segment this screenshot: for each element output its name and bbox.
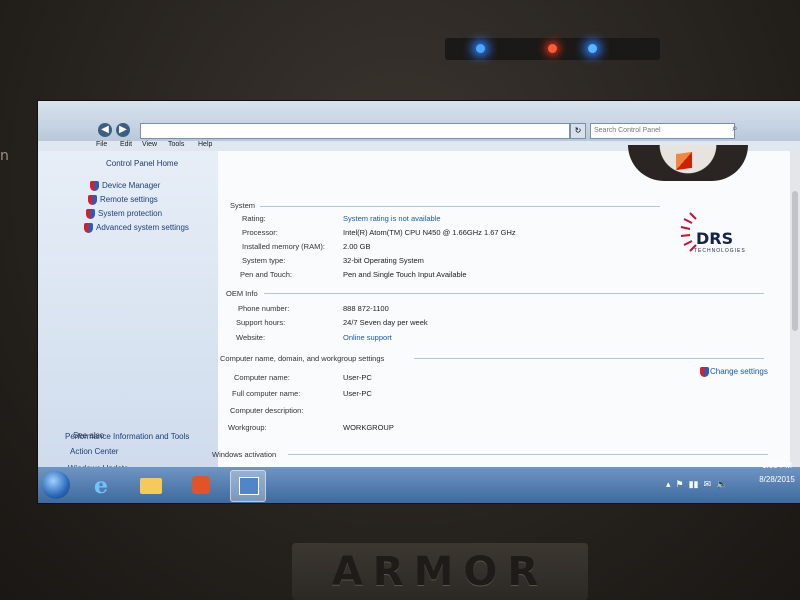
- website-label: Website:: [236, 333, 266, 342]
- wireless-led: [588, 44, 597, 53]
- control-panel-taskbar-button[interactable]: [230, 470, 266, 502]
- computer-name-value: User-PC: [343, 373, 372, 382]
- folder-icon: [140, 478, 162, 494]
- system-type-label: System type:: [242, 256, 286, 265]
- divider: [260, 206, 660, 207]
- device-manager-link[interactable]: Device Manager: [102, 181, 160, 190]
- computer-section-title: Computer name, domain, and workgroup set…: [220, 354, 385, 363]
- back-button[interactable]: ◀: [98, 123, 112, 137]
- power-led: [476, 44, 485, 53]
- pen-touch-value: Pen and Single Touch Input Available: [343, 270, 467, 279]
- menu-file[interactable]: File: [96, 141, 107, 148]
- divider: [264, 293, 764, 294]
- refresh-button[interactable]: ↻: [570, 123, 586, 139]
- divider: [288, 454, 768, 455]
- support-hours-label: Support hours:: [236, 318, 286, 327]
- remote-settings-link[interactable]: Remote settings: [100, 195, 158, 204]
- search-input[interactable]: Search Control Panel: [590, 123, 735, 139]
- shield-icon: [700, 367, 709, 377]
- menu-view[interactable]: View: [142, 141, 157, 148]
- system-tray[interactable]: ▴ ⚑ ▮▮ ✉ 🔈: [666, 479, 727, 490]
- system-type-value: 32-bit Operating System: [343, 256, 424, 265]
- online-support-link[interactable]: Online support: [343, 333, 392, 342]
- computer-name-label: Computer name:: [234, 373, 290, 382]
- rating-label: Rating:: [242, 214, 266, 223]
- media-player-button[interactable]: [184, 470, 218, 500]
- system-section-title: System: [230, 201, 256, 210]
- address-bar[interactable]: [140, 123, 570, 139]
- window-titlebar: ◀ ▶ ↻ Search Control Panel ⌕: [38, 101, 800, 141]
- windows-flag-icon: [676, 151, 692, 171]
- full-computer-name-label: Full computer name:: [232, 389, 301, 398]
- main-content: System Rating: System rating is not avai…: [212, 145, 800, 467]
- oem-section-title: OEM Info: [226, 289, 258, 298]
- menu-edit[interactable]: Edit: [120, 141, 132, 148]
- menu-help[interactable]: Help: [198, 141, 212, 148]
- change-settings-link[interactable]: Change settings: [710, 367, 768, 376]
- screen: ◀ ▶ ↻ Search Control Panel ⌕ File Edit V…: [37, 100, 800, 504]
- explorer-button[interactable]: [134, 470, 168, 500]
- support-hours-value: 24/7 Seven day per week: [343, 318, 428, 327]
- rating-value[interactable]: System rating is not available: [343, 214, 441, 223]
- shield-icon: [86, 209, 95, 219]
- memory-value: 2.00 GB: [343, 242, 371, 251]
- computer-description-label: Computer description:: [230, 406, 304, 415]
- advanced-system-settings-link[interactable]: Advanced system settings: [96, 223, 189, 232]
- phone-value: 888 872-1100: [343, 304, 389, 313]
- control-panel-icon: [239, 477, 259, 495]
- action-center-link[interactable]: Action Center: [70, 447, 118, 456]
- workgroup-label: Workgroup:: [228, 423, 267, 432]
- pen-touch-label: Pen and Touch:: [240, 270, 292, 279]
- drs-logo-subtitle: TECHNOLOGIES: [694, 248, 746, 254]
- taskbar: e ▴ ⚑ ▮▮ ✉ 🔈: [38, 467, 800, 503]
- system-protection-link[interactable]: System protection: [98, 209, 162, 218]
- full-computer-name-value: User-PC: [343, 389, 372, 398]
- phone-label: Phone number:: [238, 304, 290, 313]
- shield-icon: [90, 181, 99, 191]
- menu-tools[interactable]: Tools: [168, 141, 184, 148]
- performance-information-link[interactable]: Performance Information and Tools: [65, 431, 215, 442]
- scrollbar[interactable]: [790, 151, 800, 467]
- clock-time[interactable]: 1:03 PM: [754, 461, 800, 470]
- side-label: n: [0, 148, 9, 164]
- shield-icon: [88, 195, 97, 205]
- search-icon[interactable]: ⌕: [732, 123, 738, 134]
- activation-section-title: Windows activation: [212, 450, 277, 459]
- drs-logo-text: DRS: [696, 229, 734, 248]
- processor-label: Processor:: [242, 228, 278, 237]
- brand-plate: ARMOR: [292, 543, 588, 600]
- internet-explorer-button[interactable]: e: [86, 470, 120, 500]
- sidebar: Control Panel Home Device Manager Remote…: [38, 151, 218, 473]
- control-panel-home-link[interactable]: Control Panel Home: [106, 159, 178, 168]
- brand-text: ARMOR: [331, 549, 549, 595]
- forward-button[interactable]: ▶: [116, 123, 130, 137]
- start-button[interactable]: [42, 471, 70, 499]
- processor-value: Intel(R) Atom(TM) CPU N450 @ 1.66GHz 1.6…: [343, 228, 516, 237]
- workgroup-value: WORKGROUP: [343, 423, 394, 432]
- status-led-red: [548, 44, 557, 53]
- shield-icon: [84, 223, 93, 233]
- clock-date[interactable]: 8/28/2015: [754, 475, 800, 484]
- internet-explorer-icon: e: [94, 473, 108, 499]
- scroll-thumb[interactable]: [792, 191, 798, 331]
- memory-label: Installed memory (RAM):: [242, 242, 325, 251]
- media-player-icon: [192, 476, 210, 494]
- divider: [414, 358, 764, 359]
